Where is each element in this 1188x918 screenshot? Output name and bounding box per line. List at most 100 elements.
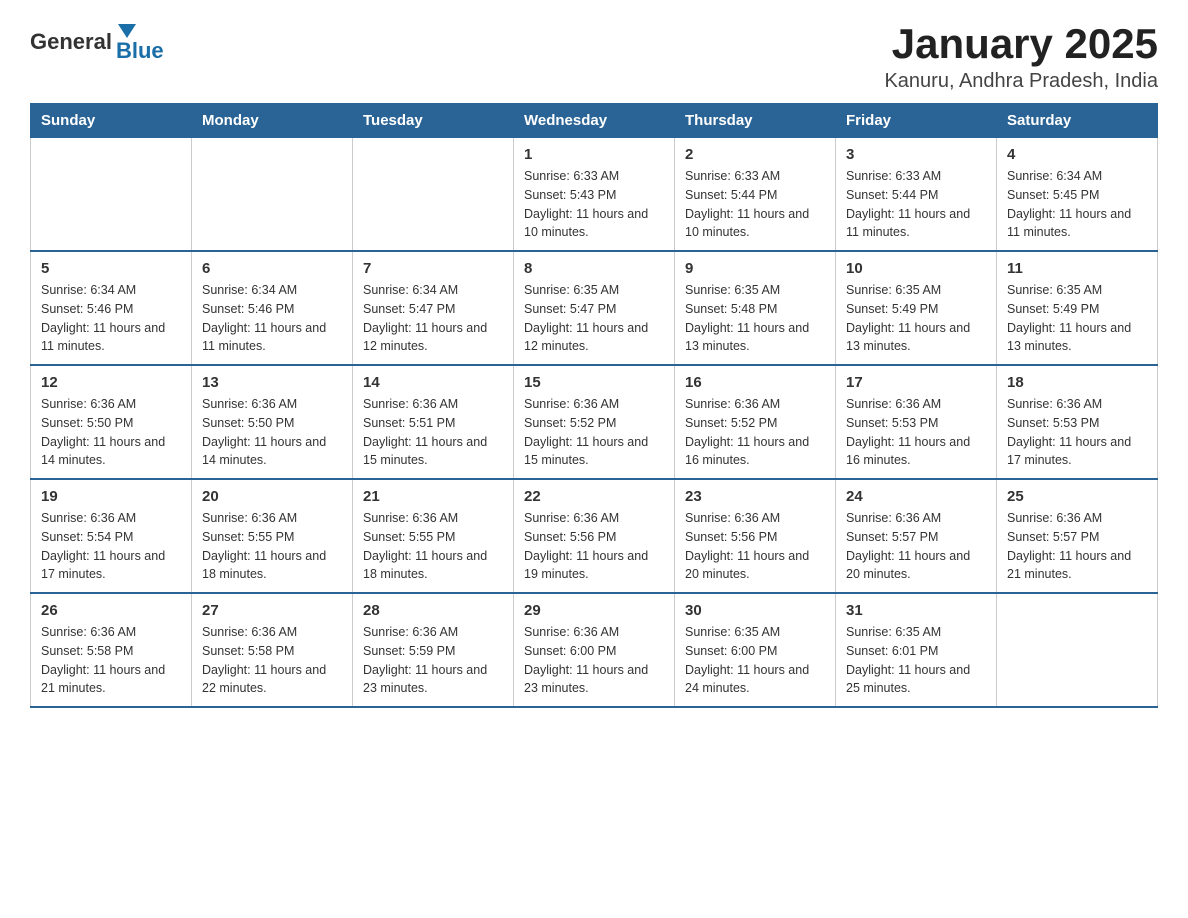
- weekday-header: Tuesday: [353, 104, 514, 138]
- day-info: Sunrise: 6:36 AMSunset: 5:56 PMDaylight:…: [524, 509, 664, 584]
- weekday-header: Saturday: [997, 104, 1158, 138]
- day-info: Sunrise: 6:36 AMSunset: 5:55 PMDaylight:…: [202, 509, 342, 584]
- day-number: 20: [202, 488, 342, 505]
- calendar-cell: 28 Sunrise: 6:36 AMSunset: 5:59 PMDayligh…: [353, 593, 514, 707]
- day-info: Sunrise: 6:36 AMSunset: 5:57 PMDaylight:…: [846, 509, 986, 584]
- day-info: Sunrise: 6:36 AMSunset: 5:50 PMDaylight:…: [41, 395, 181, 470]
- day-number: 30: [685, 602, 825, 619]
- weekday-header: Friday: [836, 104, 997, 138]
- calendar-cell: 23Sunrise: 6:36 AMSunset: 5:56 PMDayligh…: [675, 479, 836, 593]
- day-info: Sunrise: 6:35 AMSunset: 5:49 PMDaylight:…: [1007, 281, 1147, 356]
- calendar-cell: [31, 138, 192, 252]
- day-number: 25: [1007, 488, 1147, 505]
- weekday-header: Wednesday: [514, 104, 675, 138]
- day-number: 24: [846, 488, 986, 505]
- calendar-cell: 24 Sunrise: 6:36 AMSunset: 5:57 PMDayligh…: [836, 479, 997, 593]
- day-info: Sunrise: 6:36 AMSunset: 5:59 PMDaylight:…: [363, 623, 503, 698]
- calendar-cell: 2Sunrise: 6:33 AMSunset: 5:44 PMDaylight…: [675, 138, 836, 252]
- calendar-week-row: 1 Sunrise: 6:33 AMSunset: 5:43 PMDaylight…: [31, 138, 1158, 252]
- calendar-week-row: 19 Sunrise: 6:36 AMSunset: 5:54 PMDayligh…: [31, 479, 1158, 593]
- logo-triangle-icon: [118, 24, 136, 38]
- day-info: Sunrise: 6:36 AMSunset: 5:53 PMDaylight:…: [846, 395, 986, 470]
- day-info: Sunrise: 6:34 AMSunset: 5:46 PMDaylight:…: [202, 281, 342, 356]
- calendar-cell: 26Sunrise: 6:36 AMSunset: 5:58 PMDayligh…: [31, 593, 192, 707]
- day-info: Sunrise: 6:33 AMSunset: 5:44 PMDaylight:…: [846, 167, 986, 242]
- day-info: Sunrise: 6:36 AMSunset: 5:58 PMDaylight:…: [202, 623, 342, 698]
- day-number: 1: [524, 146, 664, 163]
- day-info: Sunrise: 6:36 AMSunset: 6:00 PMDaylight:…: [524, 623, 664, 698]
- day-info: Sunrise: 6:34 AMSunset: 5:47 PMDaylight:…: [363, 281, 503, 356]
- calendar-header-row: SundayMondayTuesdayWednesdayThursdayFrid…: [31, 104, 1158, 138]
- day-info: Sunrise: 6:36 AMSunset: 5:51 PMDaylight:…: [363, 395, 503, 470]
- calendar-cell: 30 Sunrise: 6:35 AMSunset: 6:00 PMDayligh…: [675, 593, 836, 707]
- calendar-cell: 11Sunrise: 6:35 AMSunset: 5:49 PMDayligh…: [997, 251, 1158, 365]
- weekday-header: Monday: [192, 104, 353, 138]
- day-number: 23: [685, 488, 825, 505]
- day-info: Sunrise: 6:36 AMSunset: 5:58 PMDaylight:…: [41, 623, 181, 698]
- calendar-week-row: 5 Sunrise: 6:34 AMSunset: 5:46 PMDaylight…: [31, 251, 1158, 365]
- calendar-cell: 6 Sunrise: 6:34 AMSunset: 5:46 PMDaylight…: [192, 251, 353, 365]
- day-number: 6: [202, 260, 342, 277]
- calendar-cell: 14 Sunrise: 6:36 AMSunset: 5:51 PMDayligh…: [353, 365, 514, 479]
- calendar-cell: 5 Sunrise: 6:34 AMSunset: 5:46 PMDaylight…: [31, 251, 192, 365]
- month-year-title: January 2025: [884, 20, 1158, 68]
- day-number: 7: [363, 260, 503, 277]
- day-number: 19: [41, 488, 181, 505]
- day-info: Sunrise: 6:35 AMSunset: 5:47 PMDaylight:…: [524, 281, 664, 356]
- day-info: Sunrise: 6:36 AMSunset: 5:50 PMDaylight:…: [202, 395, 342, 470]
- day-number: 12: [41, 374, 181, 391]
- day-info: Sunrise: 6:36 AMSunset: 5:54 PMDaylight:…: [41, 509, 181, 584]
- day-info: Sunrise: 6:35 AMSunset: 6:00 PMDaylight:…: [685, 623, 825, 698]
- day-number: 28: [363, 602, 503, 619]
- day-number: 14: [363, 374, 503, 391]
- day-number: 13: [202, 374, 342, 391]
- location-subtitle: Kanuru, Andhra Pradesh, India: [884, 70, 1158, 93]
- day-number: 3: [846, 146, 986, 163]
- calendar-cell: 27Sunrise: 6:36 AMSunset: 5:58 PMDayligh…: [192, 593, 353, 707]
- calendar-cell: 8 Sunrise: 6:35 AMSunset: 5:47 PMDaylight…: [514, 251, 675, 365]
- calendar-cell: 18 Sunrise: 6:36 AMSunset: 5:53 PMDayligh…: [997, 365, 1158, 479]
- logo-general: General: [30, 29, 112, 55]
- day-number: 16: [685, 374, 825, 391]
- day-number: 4: [1007, 146, 1147, 163]
- calendar-cell: 21 Sunrise: 6:36 AMSunset: 5:55 PMDayligh…: [353, 479, 514, 593]
- day-number: 2: [685, 146, 825, 163]
- calendar-cell: 16 Sunrise: 6:36 AMSunset: 5:52 PMDayligh…: [675, 365, 836, 479]
- calendar-cell: 12 Sunrise: 6:36 AMSunset: 5:50 PMDayligh…: [31, 365, 192, 479]
- day-number: 5: [41, 260, 181, 277]
- calendar-cell: 4 Sunrise: 6:34 AMSunset: 5:45 PMDaylight…: [997, 138, 1158, 252]
- calendar-cell: 17 Sunrise: 6:36 AMSunset: 5:53 PMDayligh…: [836, 365, 997, 479]
- day-number: 10: [846, 260, 986, 277]
- day-info: Sunrise: 6:36 AMSunset: 5:55 PMDaylight:…: [363, 509, 503, 584]
- day-number: 17: [846, 374, 986, 391]
- calendar-cell: 10 Sunrise: 6:35 AMSunset: 5:49 PMDayligh…: [836, 251, 997, 365]
- calendar-week-row: 26Sunrise: 6:36 AMSunset: 5:58 PMDayligh…: [31, 593, 1158, 707]
- day-number: 22: [524, 488, 664, 505]
- weekday-header: Sunday: [31, 104, 192, 138]
- day-info: Sunrise: 6:36 AMSunset: 5:53 PMDaylight:…: [1007, 395, 1147, 470]
- day-number: 29: [524, 602, 664, 619]
- day-number: 8: [524, 260, 664, 277]
- day-info: Sunrise: 6:36 AMSunset: 5:52 PMDaylight:…: [685, 395, 825, 470]
- calendar-week-row: 12 Sunrise: 6:36 AMSunset: 5:50 PMDayligh…: [31, 365, 1158, 479]
- calendar-cell: 19 Sunrise: 6:36 AMSunset: 5:54 PMDayligh…: [31, 479, 192, 593]
- page-header: General Blue January 2025 Kanuru, Andhra…: [30, 20, 1158, 93]
- calendar-cell: [353, 138, 514, 252]
- calendar-cell: 25Sunrise: 6:36 AMSunset: 5:57 PMDayligh…: [997, 479, 1158, 593]
- day-info: Sunrise: 6:34 AMSunset: 5:45 PMDaylight:…: [1007, 167, 1147, 242]
- calendar-cell: 29 Sunrise: 6:36 AMSunset: 6:00 PMDayligh…: [514, 593, 675, 707]
- day-info: Sunrise: 6:35 AMSunset: 5:49 PMDaylight:…: [846, 281, 986, 356]
- calendar-cell: [997, 593, 1158, 707]
- day-number: 18: [1007, 374, 1147, 391]
- logo: General Blue: [30, 20, 164, 64]
- title-block: January 2025 Kanuru, Andhra Pradesh, Ind…: [884, 20, 1158, 93]
- day-info: Sunrise: 6:33 AMSunset: 5:43 PMDaylight:…: [524, 167, 664, 242]
- calendar-cell: [192, 138, 353, 252]
- day-number: 31: [846, 602, 986, 619]
- calendar-cell: 1 Sunrise: 6:33 AMSunset: 5:43 PMDaylight…: [514, 138, 675, 252]
- day-info: Sunrise: 6:36 AMSunset: 5:52 PMDaylight:…: [524, 395, 664, 470]
- calendar-cell: 3 Sunrise: 6:33 AMSunset: 5:44 PMDaylight…: [836, 138, 997, 252]
- calendar-cell: 20 Sunrise: 6:36 AMSunset: 5:55 PMDayligh…: [192, 479, 353, 593]
- day-number: 21: [363, 488, 503, 505]
- day-info: Sunrise: 6:34 AMSunset: 5:46 PMDaylight:…: [41, 281, 181, 356]
